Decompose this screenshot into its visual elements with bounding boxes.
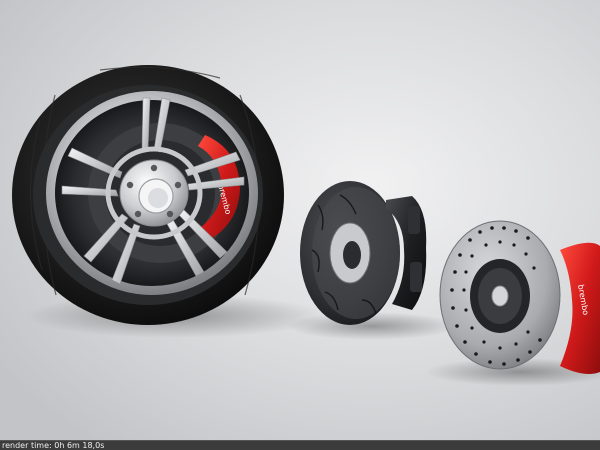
status-bar: render time: 0h 6m 18,0s: [0, 440, 600, 450]
slotted-brake-assembly: [300, 181, 427, 325]
wheel-assembly: brembo: [12, 65, 284, 325]
render-time-label: render time: 0h 6m 18,0s: [2, 441, 105, 450]
render-viewport: brembo brembo: [0, 0, 600, 440]
render-image: brembo brembo: [0, 0, 600, 440]
